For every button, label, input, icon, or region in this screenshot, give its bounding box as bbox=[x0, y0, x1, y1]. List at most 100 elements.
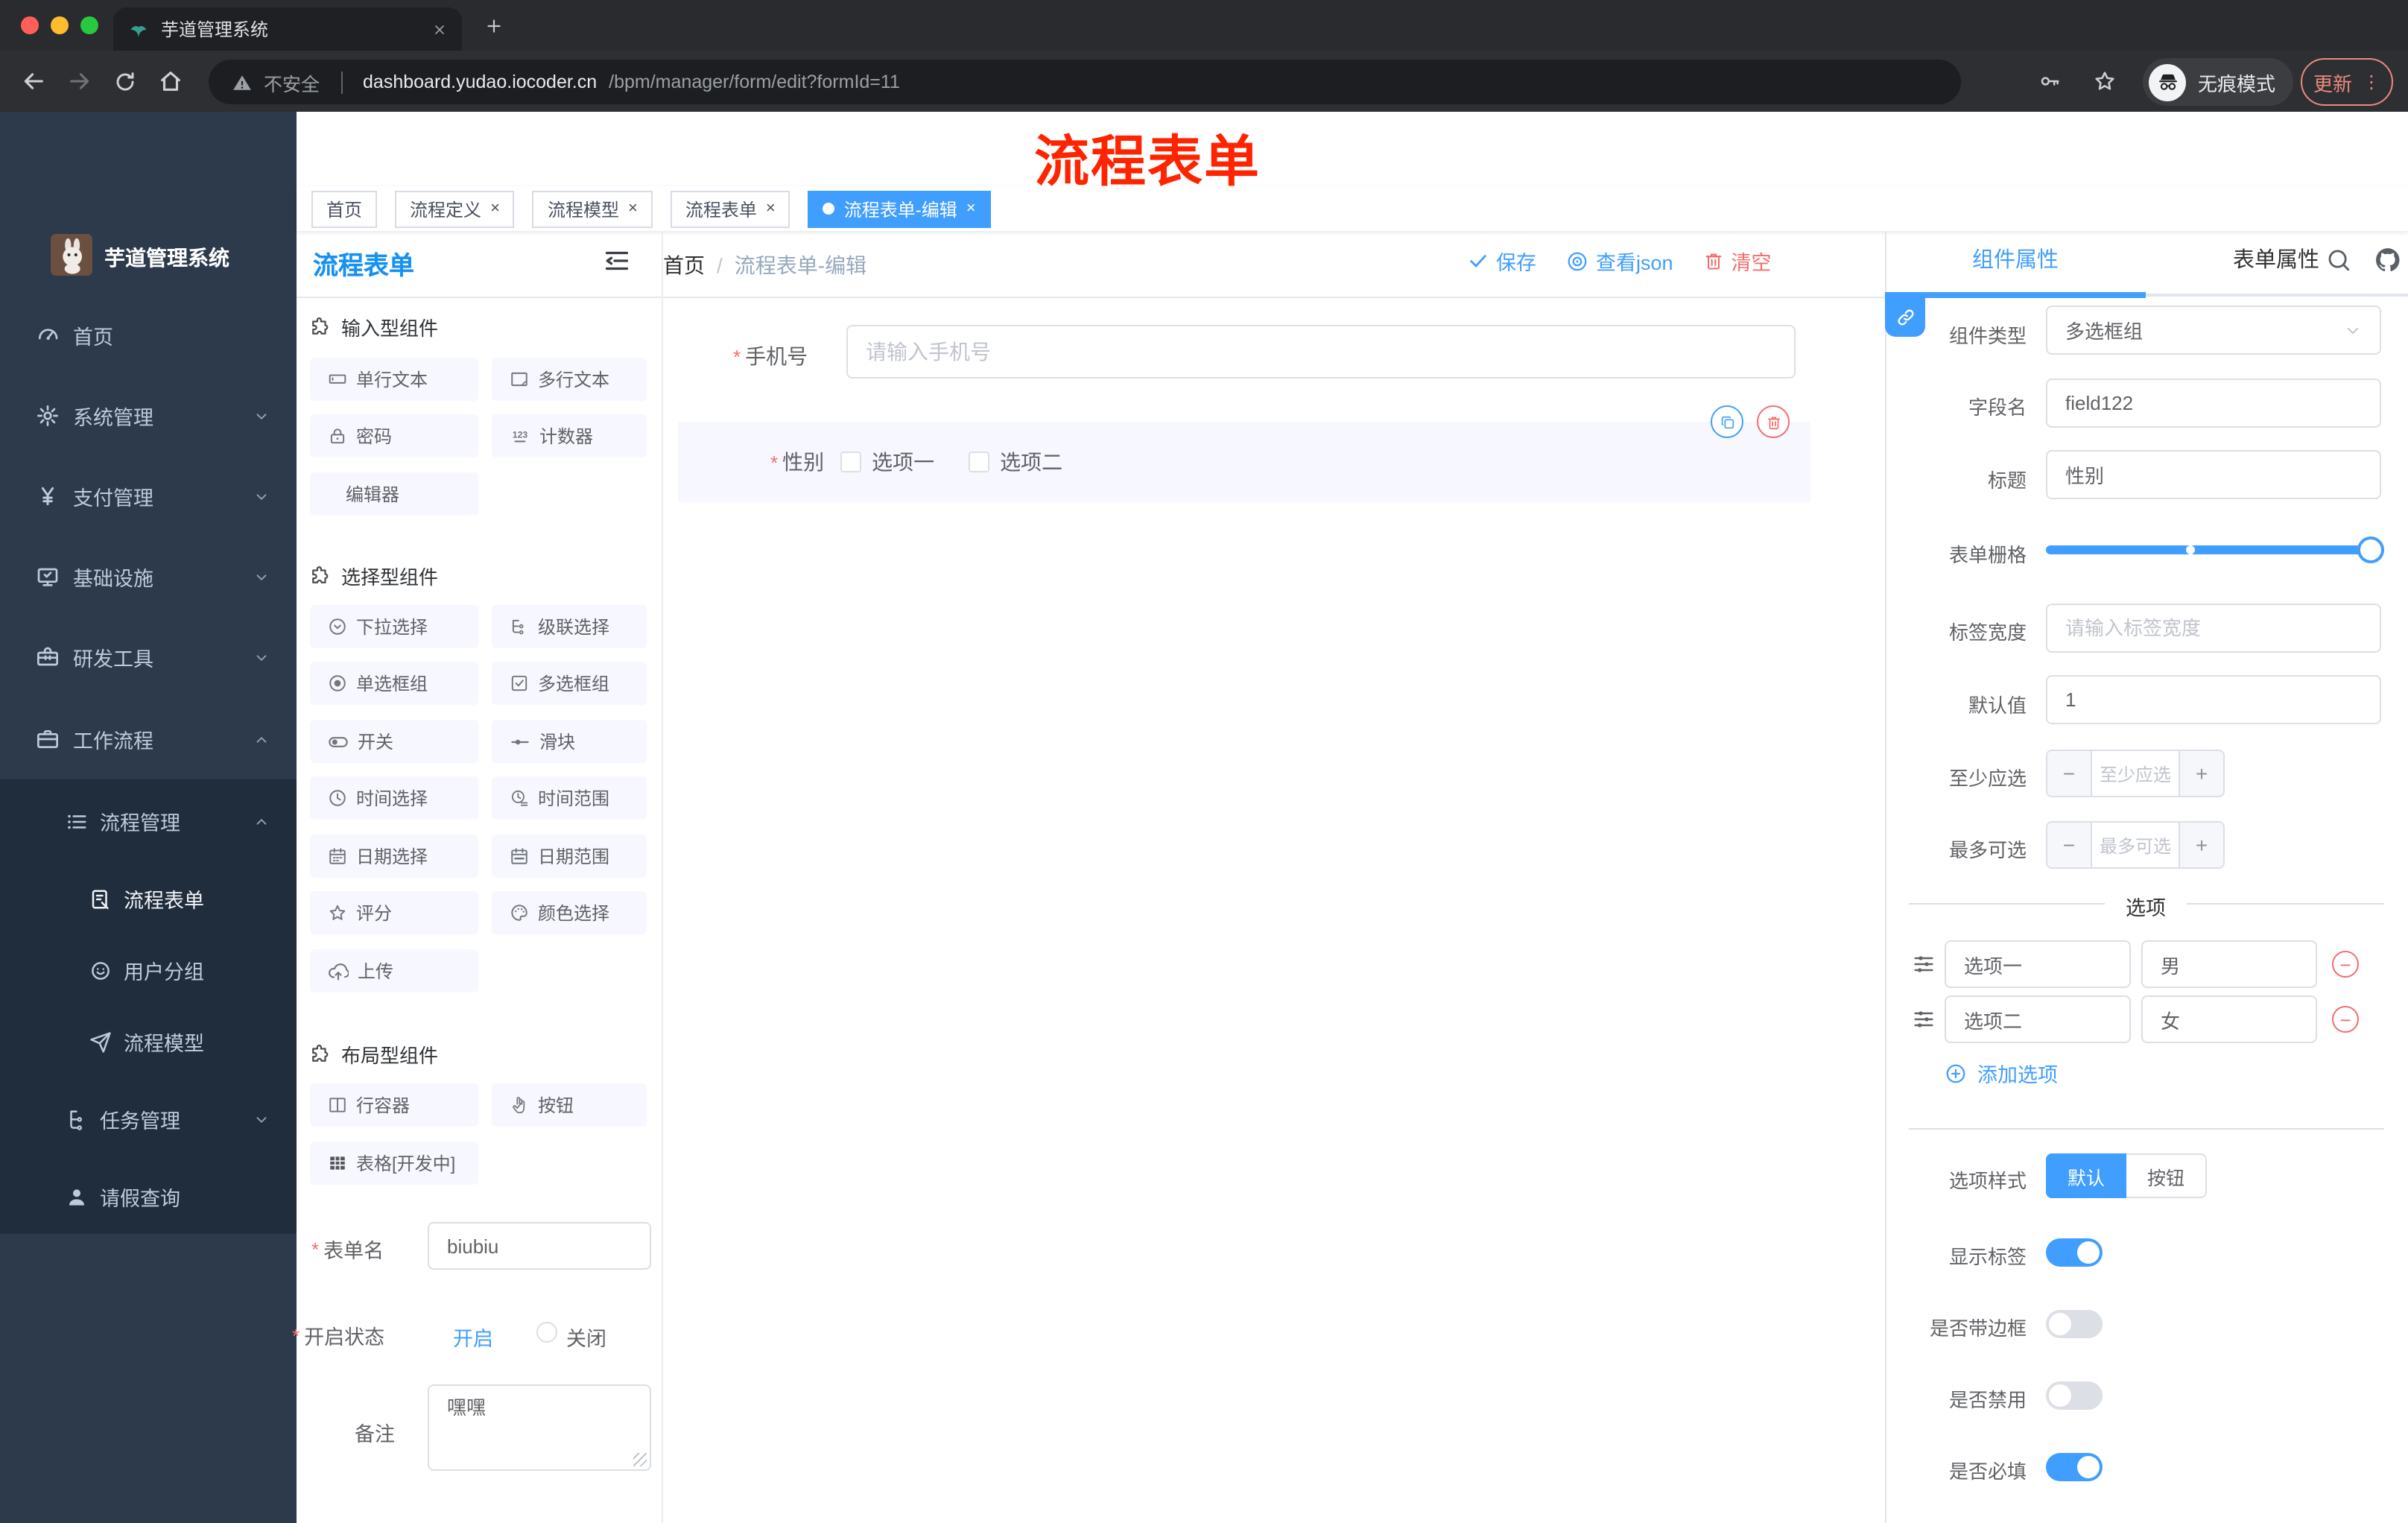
password-key-icon[interactable] bbox=[2038, 70, 2061, 92]
tag-process-model[interactable]: 流程模型 × bbox=[532, 190, 653, 227]
save-button[interactable]: 保存 bbox=[1468, 246, 1536, 276]
bookmark-star-icon[interactable] bbox=[2092, 69, 2117, 94]
show-label-toggle[interactable] bbox=[2046, 1238, 2103, 1267]
style-button-segment[interactable]: 按钮 bbox=[2126, 1153, 2207, 1198]
component-radio-group[interactable]: 单选框组 bbox=[310, 662, 478, 705]
new-tab-icon[interactable] bbox=[484, 16, 504, 36]
default-value-input[interactable] bbox=[2046, 675, 2381, 724]
add-option-button[interactable]: 添加选项 bbox=[1945, 1058, 2058, 1088]
sidebar-item-workflow[interactable]: 工作流程 bbox=[0, 717, 297, 762]
required-toggle[interactable] bbox=[2046, 1453, 2103, 1481]
tab-form-props[interactable]: 表单属性 bbox=[2146, 243, 2407, 274]
sidebar-item-leave-query[interactable]: 请假查询 bbox=[0, 1174, 297, 1219]
sidebar-item-infrastructure[interactable]: 基础设施 bbox=[0, 554, 297, 599]
component-date-picker[interactable]: 日期选择 bbox=[310, 835, 478, 878]
border-toggle[interactable] bbox=[2046, 1310, 2103, 1338]
field-name-input[interactable] bbox=[2046, 379, 2381, 428]
phone-input[interactable] bbox=[846, 325, 1796, 379]
tag-process-form[interactable]: 流程表单 × bbox=[670, 190, 790, 227]
sidebar-item-home[interactable]: 首页 bbox=[0, 313, 297, 358]
tag-close-icon[interactable]: × bbox=[966, 200, 976, 217]
grid-slider-track[interactable] bbox=[2046, 545, 2371, 554]
forward-icon[interactable] bbox=[67, 69, 92, 94]
form-name-input[interactable] bbox=[428, 1222, 651, 1270]
option1-value-input[interactable] bbox=[2141, 940, 2317, 988]
tag-home[interactable]: 首页 bbox=[311, 190, 378, 227]
sidebar-item-process-form[interactable]: 流程表单 bbox=[0, 876, 297, 921]
component-slider[interactable]: 滑块 bbox=[492, 720, 647, 763]
tag-close-icon[interactable]: × bbox=[490, 200, 500, 217]
max-select-placeholder[interactable]: 最多可选 bbox=[2091, 823, 2180, 867]
title-input[interactable] bbox=[2046, 450, 2381, 499]
browser-update-button[interactable]: 更新 ⋮ bbox=[2301, 58, 2393, 106]
component-date-range[interactable]: 日期范围 bbox=[492, 835, 647, 878]
textarea-resize-handle[interactable] bbox=[633, 1453, 647, 1466]
gender-option2-checkbox[interactable] bbox=[969, 452, 990, 472]
component-select[interactable]: 下拉选择 bbox=[310, 605, 478, 648]
tag-close-icon[interactable]: × bbox=[766, 200, 776, 217]
traffic-light-zoom[interactable] bbox=[80, 16, 98, 34]
traffic-light-minimize[interactable] bbox=[51, 16, 69, 34]
style-default-segment[interactable]: 默认 bbox=[2046, 1153, 2126, 1198]
disabled-toggle[interactable] bbox=[2046, 1381, 2103, 1410]
component-password[interactable]: 密码 bbox=[310, 414, 478, 457]
selected-gender-component[interactable]: * 性别 选项一 选项二 bbox=[678, 422, 1810, 502]
tag-close-icon[interactable]: × bbox=[628, 200, 638, 217]
back-icon[interactable] bbox=[21, 69, 46, 94]
tag-process-definition[interactable]: 流程定义 × bbox=[395, 190, 515, 227]
status-off-radio[interactable] bbox=[536, 1322, 557, 1343]
status-off-label[interactable]: 关闭 bbox=[566, 1322, 606, 1352]
component-counter[interactable]: 计数器 bbox=[492, 414, 647, 457]
sidebar-item-task-management[interactable]: 任务管理 bbox=[0, 1097, 297, 1142]
traffic-light-close[interactable] bbox=[21, 16, 39, 34]
remove-option1-button[interactable]: − bbox=[2332, 951, 2359, 978]
browser-tab[interactable]: 芋道管理系统 bbox=[113, 7, 462, 51]
component-row-container[interactable]: 行容器 bbox=[310, 1083, 478, 1127]
form-remark-textarea[interactable]: 嘿嘿 bbox=[428, 1384, 651, 1471]
component-type-select[interactable]: 多选框组 bbox=[2046, 305, 2381, 355]
option2-label-input[interactable] bbox=[1945, 995, 2131, 1043]
option-drag-handle-icon[interactable] bbox=[1912, 1007, 1936, 1031]
sidebar-item-payment[interactable]: 支付管理 bbox=[0, 474, 297, 519]
remove-option2-button[interactable]: − bbox=[2332, 1006, 2359, 1033]
gender-option1-checkbox[interactable] bbox=[840, 452, 862, 472]
component-button[interactable]: 按钮 bbox=[492, 1083, 647, 1127]
component-table[interactable]: 表格[开发中] bbox=[310, 1142, 478, 1185]
component-cascader[interactable]: 级联选择 bbox=[492, 605, 647, 648]
component-checkbox-group[interactable]: 多选框组 bbox=[492, 662, 647, 705]
gender-option2-label[interactable]: 选项二 bbox=[1000, 447, 1062, 477]
gender-option1-label[interactable]: 选项一 bbox=[872, 447, 934, 477]
copy-component-button[interactable] bbox=[1711, 405, 1743, 438]
tag-process-form-edit[interactable]: 流程表单-编辑 × bbox=[808, 190, 991, 227]
plus-button[interactable]: + bbox=[2180, 751, 2223, 796]
tab-component-props[interactable]: 组件属性 bbox=[1885, 243, 2146, 274]
tab-close-icon[interactable] bbox=[432, 22, 447, 37]
sidebar-collapse-icon[interactable] bbox=[603, 247, 630, 274]
option1-label-input[interactable] bbox=[1945, 940, 2131, 988]
component-multi-line-text[interactable]: 多行文本 bbox=[492, 358, 647, 401]
plus-button[interactable]: + bbox=[2180, 823, 2223, 867]
reload-icon[interactable] bbox=[113, 69, 137, 93]
minus-button[interactable]: − bbox=[2047, 823, 2091, 867]
minus-button[interactable]: − bbox=[2047, 751, 2091, 796]
browser-menu-dots-icon[interactable]: ⋮ bbox=[2363, 72, 2380, 92]
sidebar-item-process-model[interactable]: 流程模型 bbox=[0, 1019, 297, 1064]
label-width-input[interactable] bbox=[2046, 604, 2381, 653]
home-icon[interactable] bbox=[158, 69, 183, 94]
sidebar-item-devtools[interactable]: 研发工具 bbox=[0, 635, 297, 680]
clear-button[interactable]: 清空 bbox=[1703, 246, 1772, 276]
component-editor[interactable]: 编辑器 bbox=[310, 472, 478, 516]
delete-component-button[interactable] bbox=[1757, 405, 1790, 438]
sidebar-item-system[interactable]: 系统管理 bbox=[0, 393, 297, 438]
option-drag-handle-icon[interactable] bbox=[1912, 952, 1936, 976]
component-single-line-text[interactable]: 单行文本 bbox=[310, 358, 478, 401]
view-json-button[interactable]: 查看json bbox=[1566, 246, 1673, 276]
component-upload[interactable]: 上传 bbox=[310, 949, 478, 992]
sidebar-item-process-management[interactable]: 流程管理 bbox=[0, 799, 297, 843]
url-bar[interactable]: 不安全 dashboard.yudao.iocoder.cn/bpm/manag… bbox=[209, 60, 1961, 104]
min-select-placeholder[interactable]: 至少应选 bbox=[2091, 751, 2180, 796]
option2-value-input[interactable] bbox=[2141, 995, 2317, 1043]
sidebar-item-user-group[interactable]: 用户分组 bbox=[0, 948, 297, 992]
component-switch[interactable]: 开关 bbox=[310, 720, 478, 763]
component-color-picker[interactable]: 颜色选择 bbox=[492, 891, 647, 934]
